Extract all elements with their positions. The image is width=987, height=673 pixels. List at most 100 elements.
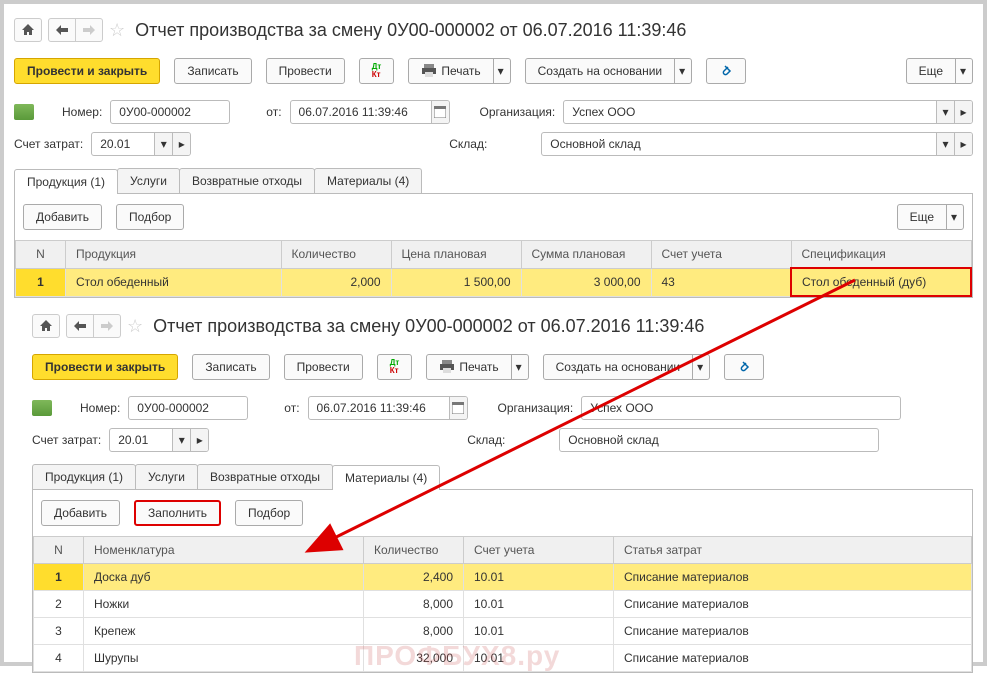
tab-waste-2[interactable]: Возвратные отходы	[197, 464, 333, 489]
cell-n: 1	[16, 268, 66, 296]
table-row[interactable]: 1 Стол обеденный 2,000 1 500,00 3 000,00…	[16, 268, 972, 296]
create-basis-dropdown-2[interactable]: ▾	[692, 354, 710, 380]
select-button-2[interactable]: Подбор	[235, 500, 303, 526]
print-dropdown[interactable]: ▾	[493, 58, 511, 84]
field-row-1: Номер: 0У00-000002 от: 06.07.2016 11:39:…	[14, 96, 973, 128]
org-label: Организация:	[480, 105, 556, 119]
window-title: Отчет производства за смену 0У00-000002 …	[135, 20, 686, 41]
dtkt-button[interactable]: ДтКт	[359, 58, 395, 84]
th-spec: Спецификация	[791, 241, 971, 269]
add-button[interactable]: Добавить	[23, 204, 102, 230]
save-button-2[interactable]: Записать	[192, 354, 269, 380]
post-close-button-2[interactable]: Провести и закрыть	[32, 354, 178, 380]
th-n: N	[16, 241, 66, 269]
table-row[interactable]: 1 Доска дуб 2,400 10.01 Списание материа…	[34, 564, 972, 591]
tab-more-dropdown[interactable]: ▾	[946, 204, 964, 230]
dtkt-button-2[interactable]: ДтКт	[377, 354, 413, 380]
table-row[interactable]: 2 Ножки 8,000 10.01 Списание материалов	[34, 591, 972, 618]
select-button[interactable]: Подбор	[116, 204, 184, 230]
forward-button[interactable]	[75, 18, 103, 42]
number-input-2[interactable]: 0У00-000002	[128, 396, 248, 420]
toolbar: Провести и закрыть Записать Провести ДтК…	[14, 52, 973, 96]
attach-button-2[interactable]	[724, 354, 764, 380]
th-account: Счет учета	[651, 241, 791, 269]
more-button[interactable]: Еще	[906, 58, 956, 84]
tab-materials[interactable]: Материалы (4)	[314, 168, 422, 193]
print-button-2[interactable]: Печать	[426, 354, 511, 380]
print-button[interactable]: Печать	[408, 58, 493, 84]
home-button-2[interactable]	[32, 314, 60, 338]
nav-buttons	[48, 18, 103, 42]
org-open-icon[interactable]: ▸	[954, 101, 972, 123]
warehouse-input-2[interactable]: Основной склад	[559, 428, 879, 452]
date-input-2[interactable]: 06.07.2016 11:39:46	[308, 396, 468, 420]
tab-content-products: Добавить Подбор Еще ▾ N Продукция Количе…	[14, 194, 973, 298]
cell-product: Стол обеденный	[66, 268, 282, 296]
table-row[interactable]: 3 Крепеж 8,000 10.01 Списание материалов	[34, 618, 972, 645]
th-product: Продукция	[66, 241, 282, 269]
th-sum: Сумма плановая	[521, 241, 651, 269]
tab-content-materials: Добавить Заполнить Подбор N Номенклатура…	[32, 490, 973, 673]
number-input[interactable]: 0У00-000002	[110, 100, 230, 124]
back-button-2[interactable]	[66, 314, 94, 338]
number-label: Номер:	[62, 105, 102, 119]
create-basis-dropdown[interactable]: ▾	[674, 58, 692, 84]
cost-account-input-2[interactable]: 20.01 ▾ ▸	[109, 428, 209, 452]
print-dropdown-2[interactable]: ▾	[511, 354, 529, 380]
cost-account-input[interactable]: 20.01 ▾ ▸	[91, 132, 191, 156]
date-input[interactable]: 06.07.2016 11:39:46	[290, 100, 450, 124]
print-label: Печать	[441, 64, 480, 78]
create-basis-button-2[interactable]: Создать на основании	[543, 354, 694, 380]
cost-account-drop-icon[interactable]: ▾	[154, 133, 172, 155]
tab-waste[interactable]: Возвратные отходы	[179, 168, 315, 193]
save-button[interactable]: Записать	[174, 58, 251, 84]
toolbar-2: Провести и закрыть Записать Провести ДтК…	[32, 348, 973, 392]
back-button[interactable]	[48, 18, 76, 42]
star-icon[interactable]: ☆	[109, 20, 125, 41]
org-input[interactable]: Успех ООО ▾ ▸	[563, 100, 973, 124]
products-table: N Продукция Количество Цена плановая Сум…	[15, 240, 972, 297]
post-close-button[interactable]: Провести и закрыть	[14, 58, 160, 84]
home-button[interactable]	[14, 18, 42, 42]
tabs-top: Продукция (1) Услуги Возвратные отходы М…	[14, 168, 973, 194]
from-label: от:	[266, 105, 281, 119]
print-group: Печать ▾	[408, 58, 510, 84]
table-row[interactable]: 4 Шурупы 32,000 10.01 Списание материало…	[34, 645, 972, 672]
fill-button[interactable]: Заполнить	[134, 500, 221, 526]
tabs-bottom: Продукция (1) Услуги Возвратные отходы М…	[32, 464, 973, 490]
document-status-icon-2	[32, 400, 52, 416]
add-button-2[interactable]: Добавить	[41, 500, 120, 526]
title-row-2: ☆ Отчет производства за смену 0У00-00000…	[32, 310, 973, 348]
title-row: ☆ Отчет производства за смену 0У00-00000…	[14, 14, 973, 52]
field-row-2: Счет затрат: 20.01 ▾ ▸ Склад: Основной с…	[14, 128, 973, 160]
forward-button-2[interactable]	[93, 314, 121, 338]
table-header-row: N Продукция Количество Цена плановая Сум…	[16, 241, 972, 269]
cell-spec: Стол обеденный (дуб)	[791, 268, 971, 296]
window-2: ПРОФБУХ8.ру ☆ Отчет производства за смен…	[14, 310, 973, 673]
more-group: Еще ▾	[906, 58, 973, 84]
org-input-2[interactable]: Успех ООО	[581, 396, 901, 420]
attach-button[interactable]	[706, 58, 746, 84]
cost-account-open-icon[interactable]: ▸	[172, 133, 190, 155]
tab-services[interactable]: Услуги	[117, 168, 180, 193]
calendar-icon-2[interactable]	[449, 397, 467, 419]
org-dropdown-icon[interactable]: ▾	[936, 101, 954, 123]
more-dropdown[interactable]: ▾	[955, 58, 973, 84]
star-icon-2[interactable]: ☆	[127, 316, 143, 337]
post-button[interactable]: Провести	[266, 58, 345, 84]
tab-products-2[interactable]: Продукция (1)	[32, 464, 136, 489]
warehouse-input[interactable]: Основной склад ▾ ▸	[541, 132, 973, 156]
post-button-2[interactable]: Провести	[284, 354, 363, 380]
materials-table: N Номенклатура Количество Счет учета Ста…	[33, 536, 972, 672]
tab-materials-2[interactable]: Материалы (4)	[332, 465, 440, 490]
calendar-icon[interactable]	[431, 101, 449, 123]
cell-account: 43	[651, 268, 791, 296]
create-basis-button[interactable]: Создать на основании	[525, 58, 676, 84]
warehouse-drop-icon[interactable]: ▾	[936, 133, 954, 155]
create-basis-group: Создать на основании ▾	[525, 58, 693, 84]
tab-services-2[interactable]: Услуги	[135, 464, 198, 489]
warehouse-open-icon[interactable]: ▸	[954, 133, 972, 155]
tab-more-button[interactable]: Еще	[897, 204, 947, 230]
warehouse-label: Склад:	[449, 137, 487, 151]
tab-products[interactable]: Продукция (1)	[14, 169, 118, 194]
